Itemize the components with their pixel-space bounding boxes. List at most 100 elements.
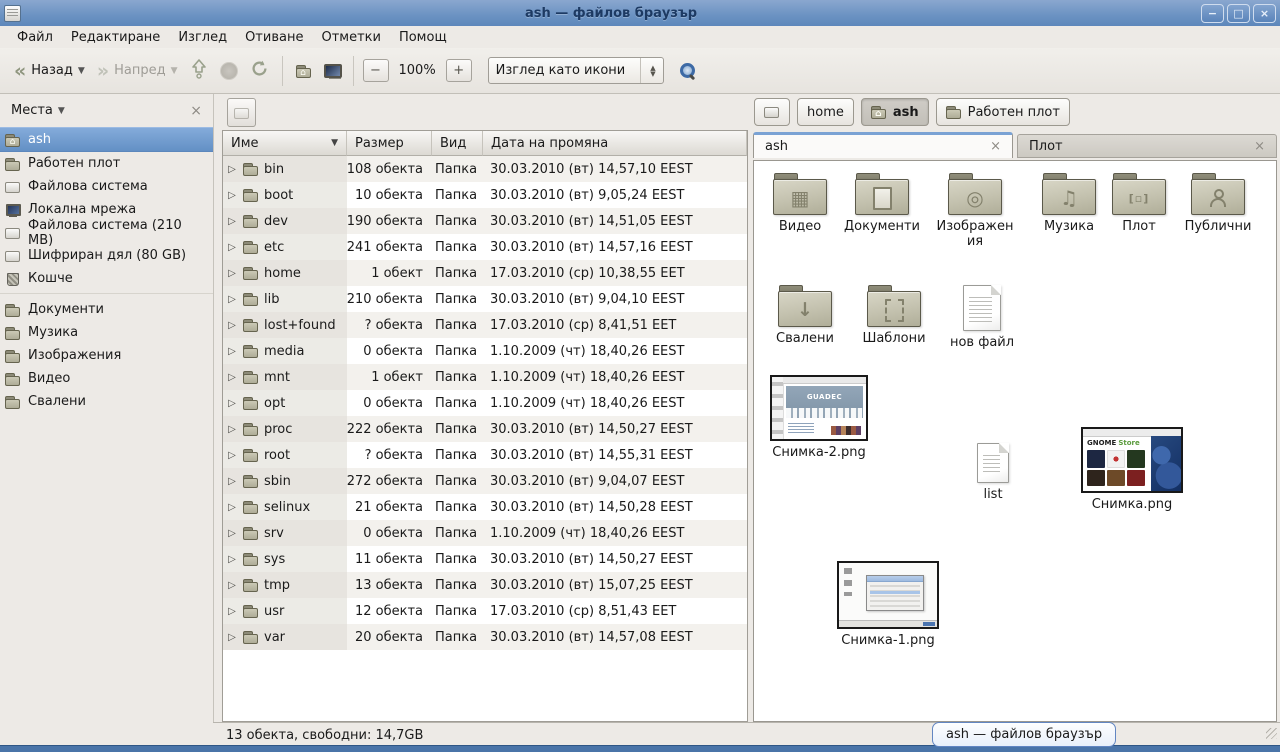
- tab-close-icon[interactable]: ×: [990, 139, 1001, 154]
- table-row[interactable]: ▷srv0 обектаПапка1.10.2009 (чт) 18,40,26…: [223, 520, 747, 546]
- menu-view[interactable]: Изглед: [169, 28, 236, 47]
- home-button[interactable]: ⌂: [290, 59, 318, 83]
- expander-icon[interactable]: ▷: [226, 502, 238, 513]
- sidebar-item--[interactable]: Видео: [0, 367, 213, 390]
- file-item-templates[interactable]: Шаблони: [850, 285, 938, 346]
- zoom-out-button[interactable]: −: [363, 59, 389, 82]
- file-item-images[interactable]: ◎Изображения: [934, 173, 1016, 250]
- sidebar-item--[interactable]: Изображения: [0, 344, 213, 367]
- tab-plot[interactable]: Плот×: [1017, 134, 1277, 158]
- column-header-name[interactable]: Име ▼: [223, 131, 347, 156]
- column-header-size[interactable]: Размер: [347, 131, 432, 156]
- expander-icon[interactable]: ▷: [226, 450, 238, 461]
- zoom-in-button[interactable]: +: [446, 59, 472, 82]
- table-row[interactable]: ▷dev190 обектаПапка30.03.2010 (вт) 14,51…: [223, 208, 747, 234]
- taskbar-button-tooltip[interactable]: ash — файлов браузър: [932, 722, 1116, 747]
- menu-file[interactable]: Файл: [8, 28, 62, 47]
- places-header[interactable]: Места ▼ ×: [0, 94, 213, 127]
- file-item-music[interactable]: ♫Музика: [1032, 173, 1106, 234]
- reload-button[interactable]: [244, 55, 275, 86]
- expander-icon[interactable]: ▷: [226, 528, 238, 539]
- sidebar-item-ash[interactable]: ⌂ash: [0, 127, 213, 152]
- file-item-newfile[interactable]: нов файл: [940, 285, 1024, 350]
- file-item-public[interactable]: Публични: [1172, 173, 1264, 234]
- column-header-date[interactable]: Дата на промяна: [483, 131, 747, 156]
- view-mode-select[interactable]: Изглед като икони ▲▼: [488, 57, 664, 84]
- table-row[interactable]: ▷lib210 обектаПапка30.03.2010 (вт) 9,04,…: [223, 286, 747, 312]
- tab-close-icon[interactable]: ×: [1254, 139, 1265, 154]
- places-toggle-button[interactable]: [227, 98, 256, 127]
- expander-icon[interactable]: ▷: [226, 606, 238, 617]
- expander-icon[interactable]: ▷: [226, 294, 238, 305]
- table-row[interactable]: ▷bin108 обектаПапка30.03.2010 (вт) 14,57…: [223, 156, 747, 182]
- table-row[interactable]: ▷mnt1 обектПапка1.10.2009 (чт) 18,40,26 …: [223, 364, 747, 390]
- table-row[interactable]: ▷proc222 обектаПапка30.03.2010 (вт) 14,5…: [223, 416, 747, 442]
- menu-bookmarks[interactable]: Отметки: [312, 28, 389, 47]
- expander-icon[interactable]: ▷: [226, 268, 238, 279]
- expander-icon[interactable]: ▷: [226, 164, 238, 175]
- table-row[interactable]: ▷home1 обектПапка17.03.2010 (ср) 10,38,5…: [223, 260, 747, 286]
- table-row[interactable]: ▷selinux21 обектаПапка30.03.2010 (вт) 14…: [223, 494, 747, 520]
- breadcrumb-root[interactable]: [754, 98, 790, 126]
- file-item-downloads[interactable]: ↓Свалени: [766, 285, 844, 346]
- sidebar-item--80-gb-[interactable]: Шифриран дял (80 GB): [0, 244, 213, 267]
- breadcrumb-home[interactable]: home: [797, 98, 854, 126]
- file-item-snimka1[interactable]: Снимка-1.png: [828, 561, 948, 648]
- tab-ash[interactable]: ash×: [753, 132, 1013, 158]
- expander-icon[interactable]: ▷: [226, 320, 238, 331]
- expander-icon[interactable]: ▷: [226, 580, 238, 591]
- file-item-desktop[interactable]: [▫]Плот: [1108, 173, 1170, 234]
- sidebar-item--[interactable]: Кошче: [0, 267, 213, 290]
- icon-view[interactable]: ▦ВидеоДокументи◎Изображения♫Музика[▫]Пло…: [753, 160, 1277, 722]
- table-row[interactable]: ▷root? обектаПапка30.03.2010 (вт) 14,55,…: [223, 442, 747, 468]
- expander-icon[interactable]: ▷: [226, 372, 238, 383]
- expander-icon[interactable]: ▷: [226, 554, 238, 565]
- table-row[interactable]: ▷sys11 обектаПапка30.03.2010 (вт) 14,50,…: [223, 546, 747, 572]
- stop-button[interactable]: [214, 58, 244, 84]
- breadcrumb-desktop[interactable]: Работен плот: [936, 98, 1070, 126]
- forward-dropdown-icon[interactable]: ▼: [171, 66, 178, 76]
- sidebar-item--210-mb-[interactable]: Файлова система (210 MB): [0, 221, 213, 244]
- expander-icon[interactable]: ▷: [226, 216, 238, 227]
- table-row[interactable]: ▷tmp13 обектаПапка30.03.2010 (вт) 15,07,…: [223, 572, 747, 598]
- maximize-button[interactable]: □: [1227, 4, 1250, 23]
- file-item-documents[interactable]: Документи: [836, 173, 928, 234]
- sidebar-item--[interactable]: Файлова система: [0, 175, 213, 198]
- breadcrumb-ash[interactable]: ⌂ash: [861, 98, 929, 126]
- titlebar[interactable]: ash — файлов браузър − □ ×: [0, 0, 1280, 27]
- combo-spinner-icon[interactable]: ▲▼: [650, 65, 655, 77]
- table-row[interactable]: ▷sbin272 обектаПапка30.03.2010 (вт) 9,04…: [223, 468, 747, 494]
- resize-grip[interactable]: [1266, 728, 1277, 739]
- menu-help[interactable]: Помощ: [390, 28, 456, 47]
- back-button[interactable]: « Назад ▼: [8, 59, 91, 83]
- table-row[interactable]: ▷lost+found? обектаПапка17.03.2010 (ср) …: [223, 312, 747, 338]
- table-row[interactable]: ▷boot10 обектаПапка30.03.2010 (вт) 9,05,…: [223, 182, 747, 208]
- menu-edit[interactable]: Редактиране: [62, 28, 169, 47]
- sidebar-item--[interactable]: Документи: [0, 298, 213, 321]
- table-row[interactable]: ▷var20 обектаПапка30.03.2010 (вт) 14,57,…: [223, 624, 747, 650]
- computer-button[interactable]: [318, 59, 346, 83]
- table-row[interactable]: ▷opt0 обектаПапка1.10.2009 (чт) 18,40,26…: [223, 390, 747, 416]
- search-icon[interactable]: [680, 63, 695, 78]
- expander-icon[interactable]: ▷: [226, 242, 238, 253]
- sidebar-item--[interactable]: Музика: [0, 321, 213, 344]
- sidebar-item--[interactable]: Работен плот: [0, 152, 213, 175]
- back-dropdown-icon[interactable]: ▼: [78, 66, 85, 76]
- close-button[interactable]: ×: [1253, 4, 1276, 23]
- column-header-type[interactable]: Вид: [432, 131, 483, 156]
- table-row[interactable]: ▷etc241 обектаПапка30.03.2010 (вт) 14,57…: [223, 234, 747, 260]
- expander-icon[interactable]: ▷: [226, 476, 238, 487]
- table-row[interactable]: ▷usr12 обектаПапка17.03.2010 (ср) 8,51,4…: [223, 598, 747, 624]
- file-item-snimka[interactable]: GNOMEStoreСнимка.png: [1070, 427, 1194, 512]
- expander-icon[interactable]: ▷: [226, 398, 238, 409]
- expander-icon[interactable]: ▷: [226, 346, 238, 357]
- minimize-button[interactable]: −: [1201, 4, 1224, 23]
- up-button[interactable]: [184, 54, 214, 87]
- file-item-list[interactable]: list: [956, 443, 1030, 502]
- expander-icon[interactable]: ▷: [226, 632, 238, 643]
- sidebar-item--[interactable]: Свалени: [0, 390, 213, 413]
- file-item-snimka2[interactable]: GUADECСнимка-2.png: [766, 375, 872, 460]
- menu-go[interactable]: Отиване: [236, 28, 312, 47]
- table-row[interactable]: ▷media0 обектаПапка1.10.2009 (чт) 18,40,…: [223, 338, 747, 364]
- expander-icon[interactable]: ▷: [226, 424, 238, 435]
